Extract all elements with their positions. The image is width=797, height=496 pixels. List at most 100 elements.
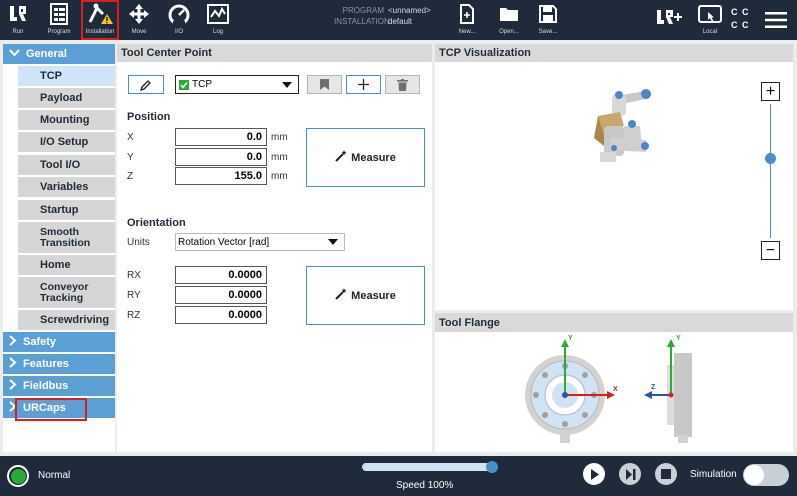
nav-item-tool-io[interactable]: Tool I/O <box>18 155 115 175</box>
new-program-button[interactable]: New... <box>454 0 480 40</box>
ry-input[interactable]: 0.0000 <box>175 286 267 304</box>
chevron-right-icon <box>9 357 17 371</box>
program-icon <box>49 0 69 28</box>
stop-button[interactable] <box>655 463 677 485</box>
zoom-in-icon: + <box>765 82 776 100</box>
tab-program[interactable]: Program <box>44 0 74 40</box>
tab-program-label: Program <box>47 29 71 35</box>
flange-front-view <box>525 339 615 443</box>
nav-item-conveyor-tracking[interactable]: Conveyor Tracking <box>18 277 115 308</box>
installation-key: INSTALLATION <box>334 17 390 26</box>
speed-slider-track[interactable] <box>362 463 492 471</box>
urplus-button[interactable] <box>654 0 684 40</box>
nav-item-label: TCP <box>40 69 62 82</box>
tool-flange-panel: Tool Flange Y X Y Z <box>435 313 793 452</box>
nav-item-mounting[interactable]: Mounting <box>18 110 115 130</box>
speed-slider-fill <box>363 464 491 470</box>
hamburger-menu-button[interactable] <box>762 0 790 40</box>
y-input[interactable]: 0.0 <box>175 148 267 166</box>
program-name: <unnamed> <box>388 6 431 15</box>
rx-input[interactable]: 0.0000 <box>175 266 267 284</box>
nav-section-urcaps[interactable]: URCaps <box>3 398 115 418</box>
robot-3d-model <box>594 89 651 162</box>
rz-label: RZ <box>127 310 141 321</box>
play-button[interactable] <box>583 463 605 485</box>
nav-item-label: Variables <box>40 180 89 193</box>
tab-io[interactable]: I/O <box>165 0 193 40</box>
tool-flange-title: Tool Flange <box>435 313 793 332</box>
nav-item-startup[interactable]: Startup <box>18 200 115 220</box>
save-disk-icon <box>539 0 557 28</box>
nav-item-io-setup[interactable]: I/O Setup <box>18 132 115 152</box>
step-button[interactable] <box>619 463 641 485</box>
set-default-tcp-button[interactable] <box>307 75 342 94</box>
nav-item-smooth-transition[interactable]: Smooth Transition <box>18 222 115 253</box>
rename-tcp-button[interactable] <box>128 75 164 94</box>
ur-logo-icon <box>8 0 28 28</box>
tab-installation-label: Installation <box>85 29 115 35</box>
plus-icon <box>358 79 369 90</box>
nav-section-general[interactable]: General <box>3 44 115 64</box>
speed-slider-thumb[interactable] <box>486 461 498 473</box>
tab-move[interactable]: Move <box>124 0 154 40</box>
measure-position-label: Measure <box>351 151 396 164</box>
tab-run[interactable]: Run <box>4 0 32 40</box>
nav-section-general-label: General <box>26 48 67 60</box>
tab-move-label: Move <box>131 29 147 35</box>
teach-pendant-icon <box>698 0 722 28</box>
save-program-button[interactable]: Save... <box>535 0 561 40</box>
nav-section-label: Fieldbus <box>23 380 69 392</box>
zoom-out-icon: − <box>765 241 776 259</box>
nav-item-label: I/O Setup <box>40 135 89 148</box>
simulation-toggle[interactable] <box>743 464 789 486</box>
top-header-bar: Run Program Installation Move I/O Log PR… <box>0 0 797 40</box>
tab-run-label: Run <box>12 29 24 35</box>
zoom-slider-thumb[interactable] <box>765 152 776 164</box>
add-tcp-button[interactable] <box>346 75 381 94</box>
nav-section-safety[interactable]: Safety <box>3 332 115 352</box>
new-file-icon <box>459 0 475 28</box>
nav-item-variables[interactable]: Variables <box>18 177 115 197</box>
hamburger-menu-icon <box>765 12 787 28</box>
nav-section-label: Safety <box>23 336 57 348</box>
stop-icon <box>661 469 671 479</box>
orientation-units-value: Rotation Vector [rad] <box>178 236 270 248</box>
robot-status-text: Normal <box>38 470 71 481</box>
urplus-logo-icon <box>656 0 682 36</box>
local-control-button[interactable]: Local <box>694 0 726 40</box>
zoom-in-button[interactable]: + <box>761 82 780 101</box>
speed-label: Speed 100% <box>396 480 454 491</box>
trash-icon <box>397 78 408 91</box>
nav-item-home[interactable]: Home <box>18 255 115 275</box>
simulation-toggle-knob <box>744 465 764 485</box>
tab-installation[interactable]: Installation <box>81 0 119 40</box>
nav-section-features[interactable]: Features <box>3 354 115 374</box>
chevron-right-icon <box>9 335 17 349</box>
orientation-units-dropdown[interactable]: Rotation Vector [rad] <box>175 233 345 251</box>
x-input[interactable]: 0.0 <box>175 128 267 146</box>
measure-position-button[interactable]: Measure <box>306 128 425 187</box>
z-input[interactable]: 155.0 <box>175 167 267 185</box>
nav-item-tcp[interactable]: TCP <box>18 66 115 86</box>
tab-log[interactable]: Log <box>204 0 232 40</box>
zoom-out-button[interactable]: − <box>761 241 780 260</box>
power-status-button[interactable] <box>7 465 29 487</box>
nav-item-screwdriving[interactable]: Screwdriving <box>18 310 115 330</box>
open-program-button[interactable]: Open... <box>495 0 523 40</box>
measure-orientation-button[interactable]: Measure <box>306 266 425 325</box>
new-label: New... <box>458 29 476 35</box>
nav-item-payload[interactable]: Payload <box>18 88 115 108</box>
nav-section-fieldbus[interactable]: Fieldbus <box>3 376 115 396</box>
tcp-select-dropdown[interactable]: TCP <box>175 75 299 94</box>
delete-tcp-button[interactable] <box>385 75 420 94</box>
nav-item-label: Mounting <box>40 113 90 126</box>
open-folder-icon <box>499 0 519 28</box>
tcp-panel: Tool Center Point TCP Position X 0.0 mm … <box>117 44 432 452</box>
nav-item-label: Payload <box>40 91 83 104</box>
zoom-slider-track[interactable] <box>770 104 771 238</box>
move-arrows-icon <box>128 0 150 28</box>
play-icon <box>591 468 599 480</box>
rz-input[interactable]: 0.0000 <box>175 306 267 324</box>
tab-log-label: Log <box>212 29 223 35</box>
units-label: Units <box>127 237 150 248</box>
